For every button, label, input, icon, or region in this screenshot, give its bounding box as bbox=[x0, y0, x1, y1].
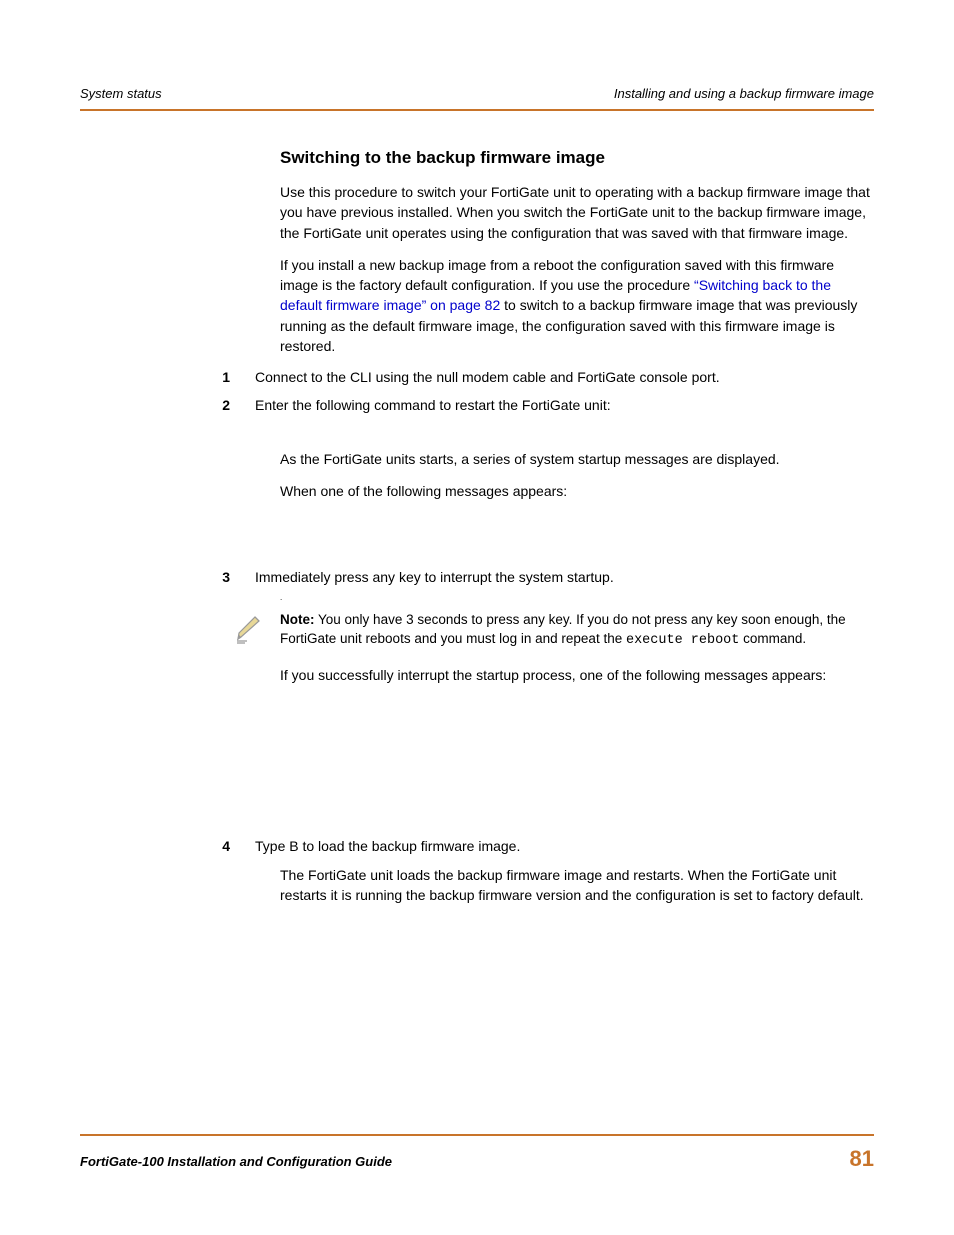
header-left-section: System status bbox=[80, 85, 162, 103]
section-heading: Switching to the backup firmware image bbox=[280, 146, 874, 170]
step-1: 1 Connect to the CLI using the null mode… bbox=[280, 368, 874, 388]
step-4: 4 Type B to load the backup firmware ima… bbox=[280, 837, 874, 857]
step-3-followup: If you successfully interrupt the startu… bbox=[280, 665, 874, 685]
step-text: Immediately press any key to interrupt t… bbox=[255, 568, 874, 588]
header-right-section: Installing and using a backup firmware i… bbox=[614, 85, 874, 103]
step-number: 3 bbox=[215, 568, 255, 588]
footer-doc-title: FortiGate-100 Installation and Configura… bbox=[80, 1153, 392, 1171]
small-dot: . bbox=[280, 592, 874, 603]
main-content: Switching to the backup firmware image U… bbox=[280, 146, 874, 905]
step-4-followup: The FortiGate unit loads the backup firm… bbox=[280, 865, 874, 906]
page-header: System status Installing and using a bac… bbox=[80, 85, 874, 111]
step-number: 4 bbox=[215, 837, 255, 857]
page-number: 81 bbox=[850, 1144, 874, 1175]
step-number: 2 bbox=[215, 396, 255, 416]
step-2-followup-a: As the FortiGate units starts, a series … bbox=[280, 449, 874, 469]
note-text: Note: You only have 3 seconds to press a… bbox=[280, 611, 874, 651]
page-footer: FortiGate-100 Installation and Configura… bbox=[80, 1134, 874, 1175]
step-text: Connect to the CLI using the null modem … bbox=[255, 368, 874, 388]
step-text: Type B to load the backup firmware image… bbox=[255, 837, 874, 857]
command-text: execute reboot bbox=[626, 633, 739, 648]
step-number: 1 bbox=[215, 368, 255, 388]
step-text: Enter the following command to restart t… bbox=[255, 396, 874, 416]
note-pencil-icon bbox=[235, 611, 280, 651]
note-callout: Note: You only have 3 seconds to press a… bbox=[235, 611, 874, 651]
step-3: 3 Immediately press any key to interrupt… bbox=[280, 568, 874, 588]
intro-paragraph-2: If you install a new backup image from a… bbox=[280, 255, 874, 356]
step-2-followup-b: When one of the following messages appea… bbox=[280, 481, 874, 501]
step-2: 2 Enter the following command to restart… bbox=[280, 396, 874, 416]
intro-paragraph-1: Use this procedure to switch your FortiG… bbox=[280, 182, 874, 243]
